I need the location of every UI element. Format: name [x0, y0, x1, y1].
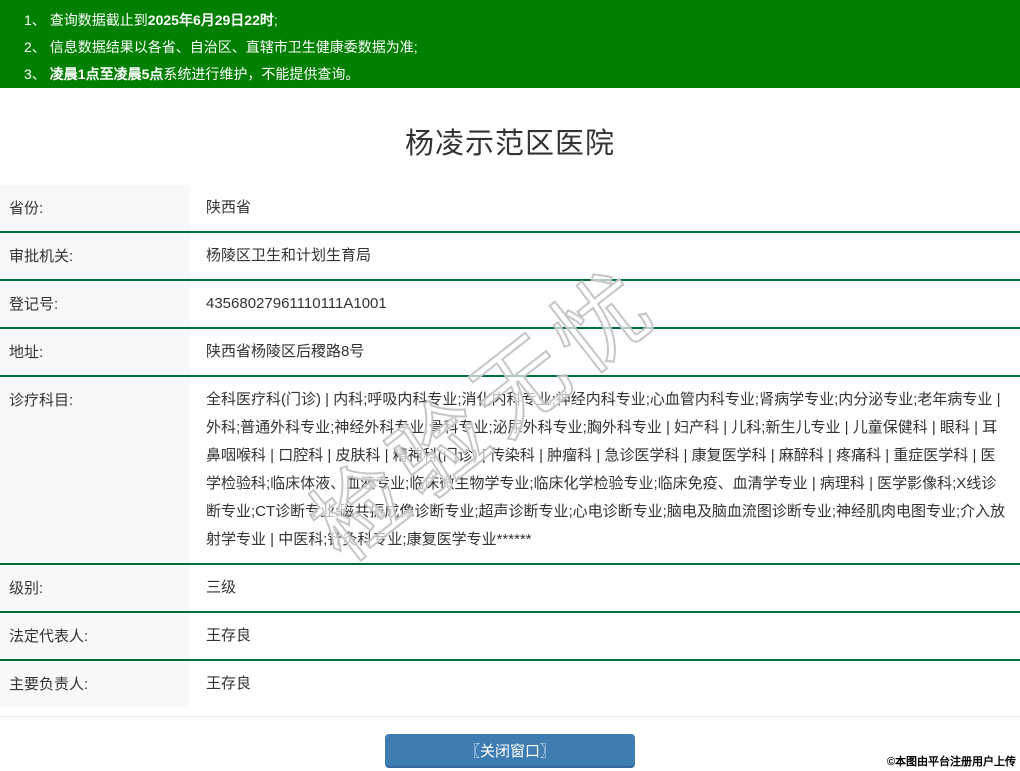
notice-text: 信息数据结果以各省、自治区、直辖市卫生健康委数据为准;: [50, 34, 418, 61]
row-label: 诊疗科目:: [0, 377, 190, 563]
banner-notice: 2、信息数据结果以各省、自治区、直辖市卫生健康委数据为准;: [24, 34, 1010, 61]
copyright-stamp: ©本图由平台注册用户上传: [887, 753, 1016, 769]
row-label: 省份:: [0, 185, 190, 231]
table-row: 主要负责人:王存良: [0, 661, 1020, 709]
row-label: 地址:: [0, 329, 190, 375]
row-value: 王存良: [190, 661, 1020, 707]
row-label: 法定代表人:: [0, 613, 190, 659]
info-table: 省份:陕西省审批机关:杨陵区卫生和计划生育局登记号:43568027961110…: [0, 185, 1020, 709]
footer-divider: [0, 716, 1020, 717]
row-value: 43568027961110111A1001: [190, 281, 1020, 327]
table-row: 级别:三级: [0, 565, 1020, 613]
hospital-info-page: 1、查询数据截止到2025年6月29日22时;2、信息数据结果以各省、自治区、直…: [0, 0, 1020, 771]
notice-banner: 1、查询数据截止到2025年6月29日22时;2、信息数据结果以各省、自治区、直…: [0, 0, 1020, 88]
row-label: 审批机关:: [0, 233, 190, 279]
notice-text: 查询数据截止到2025年6月29日22时;: [50, 7, 278, 34]
row-value: 三级: [190, 565, 1020, 611]
notice-number: 1、: [24, 7, 46, 34]
notice-number: 2、: [24, 34, 46, 61]
table-row: 法定代表人:王存良: [0, 613, 1020, 661]
notice-text: 凌晨1点至凌晨5点系统进行维护，不能提供查询。: [50, 61, 360, 88]
row-value: 陕西省: [190, 185, 1020, 231]
table-row: 省份:陕西省: [0, 185, 1020, 233]
table-row: 地址:陕西省杨陵区后稷路8号: [0, 329, 1020, 377]
banner-notice: 1、查询数据截止到2025年6月29日22时;: [24, 7, 1010, 34]
row-label: 级别:: [0, 565, 190, 611]
row-value: 杨陵区卫生和计划生育局: [190, 233, 1020, 279]
notice-number: 3、: [24, 61, 46, 88]
row-label: 登记号:: [0, 281, 190, 327]
table-row: 审批机关:杨陵区卫生和计划生育局: [0, 233, 1020, 281]
notice-list: 1、查询数据截止到2025年6月29日22时;2、信息数据结果以各省、自治区、直…: [24, 7, 1010, 88]
table-row: 登记号:43568027961110111A1001: [0, 281, 1020, 329]
row-value: 王存良: [190, 613, 1020, 659]
page-title: 杨凌示范区医院: [0, 126, 1020, 162]
close-window-button[interactable]: 〖关闭窗口〗: [385, 734, 635, 768]
row-label: 主要负责人:: [0, 661, 190, 707]
banner-notice: 3、凌晨1点至凌晨5点系统进行维护，不能提供查询。: [24, 61, 1010, 88]
row-value: 全科医疗科(门诊) | 内科;呼吸内科专业;消化内科专业;神经内科专业;心血管内…: [190, 377, 1020, 563]
table-row: 诊疗科目:全科医疗科(门诊) | 内科;呼吸内科专业;消化内科专业;神经内科专业…: [0, 377, 1020, 565]
footer-bar: 〖关闭窗口〗: [0, 707, 1020, 771]
row-value: 陕西省杨陵区后稷路8号: [190, 329, 1020, 375]
